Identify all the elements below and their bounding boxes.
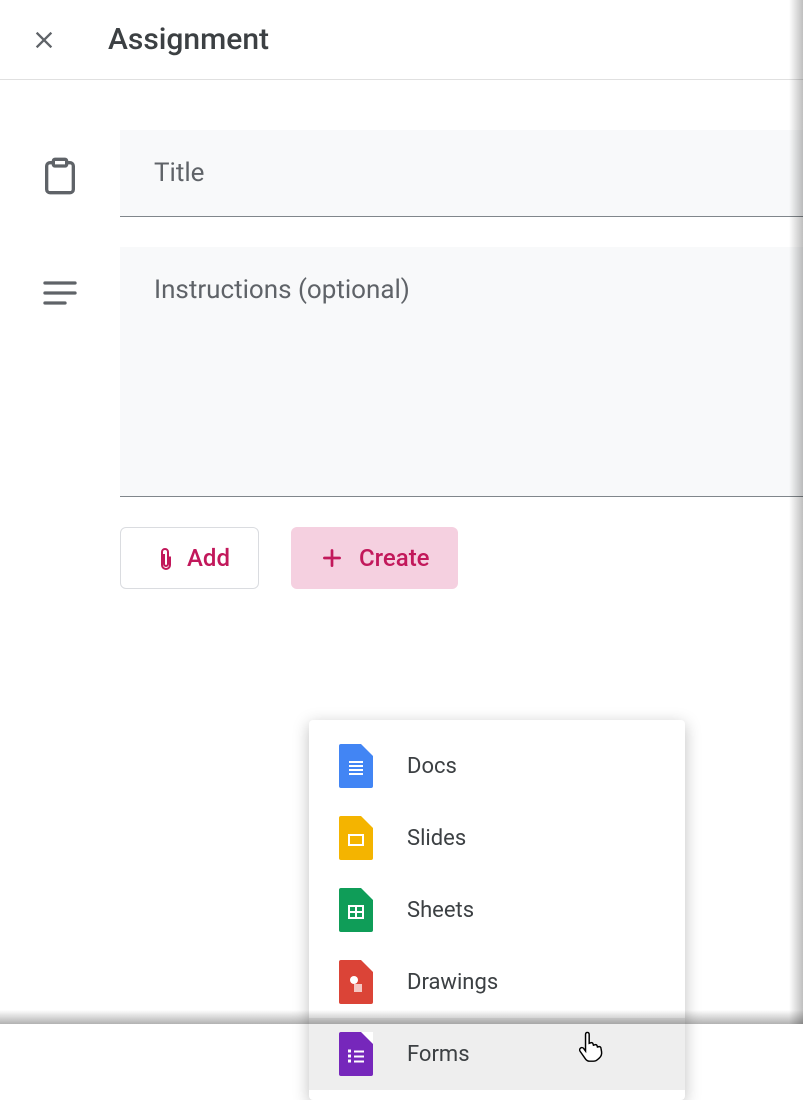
- title-input[interactable]: [154, 158, 769, 188]
- menu-item-label: Slides: [407, 826, 466, 851]
- menu-item-label: Docs: [407, 754, 457, 779]
- attachment-button-row: Add Create: [120, 527, 803, 589]
- title-field[interactable]: [120, 130, 803, 217]
- menu-item-label: Forms: [407, 1042, 470, 1067]
- menu-item-label: Drawings: [407, 970, 498, 995]
- slides-icon: [339, 816, 373, 860]
- instructions-row: [0, 247, 803, 497]
- menu-item-label: Sheets: [407, 898, 474, 923]
- menu-item-docs[interactable]: Docs: [309, 730, 685, 802]
- menu-item-slides[interactable]: Slides: [309, 802, 685, 874]
- create-dropdown: Docs Slides Sheets Drawings: [309, 720, 685, 1100]
- menu-item-forms[interactable]: Forms: [309, 1018, 685, 1090]
- instructions-field[interactable]: [120, 247, 803, 497]
- close-icon: [30, 26, 58, 54]
- menu-item-drawings[interactable]: Drawings: [309, 946, 685, 1018]
- title-row: [0, 130, 803, 217]
- sheets-icon: [339, 888, 373, 932]
- instructions-textarea[interactable]: [154, 275, 769, 455]
- create-button[interactable]: Create: [291, 527, 458, 589]
- title-row-icon-wrap: [0, 130, 120, 196]
- instructions-row-icon-wrap: [0, 247, 120, 313]
- header-bar: Assignment: [0, 0, 803, 80]
- docs-icon: [339, 744, 373, 788]
- page-title: Assignment: [108, 22, 269, 57]
- plus-icon: [319, 545, 345, 571]
- menu-item-sheets[interactable]: Sheets: [309, 874, 685, 946]
- add-button[interactable]: Add: [120, 527, 259, 589]
- text-lines-icon: [40, 273, 80, 313]
- clipboard-icon: [40, 156, 80, 196]
- create-button-label: Create: [359, 544, 430, 572]
- drawings-icon: [339, 960, 373, 1004]
- close-button[interactable]: [28, 24, 60, 56]
- add-button-label: Add: [187, 544, 230, 572]
- content-area: Add Create Docs Slides She: [0, 80, 803, 589]
- forms-icon: [339, 1032, 373, 1076]
- attachment-icon: [149, 544, 173, 572]
